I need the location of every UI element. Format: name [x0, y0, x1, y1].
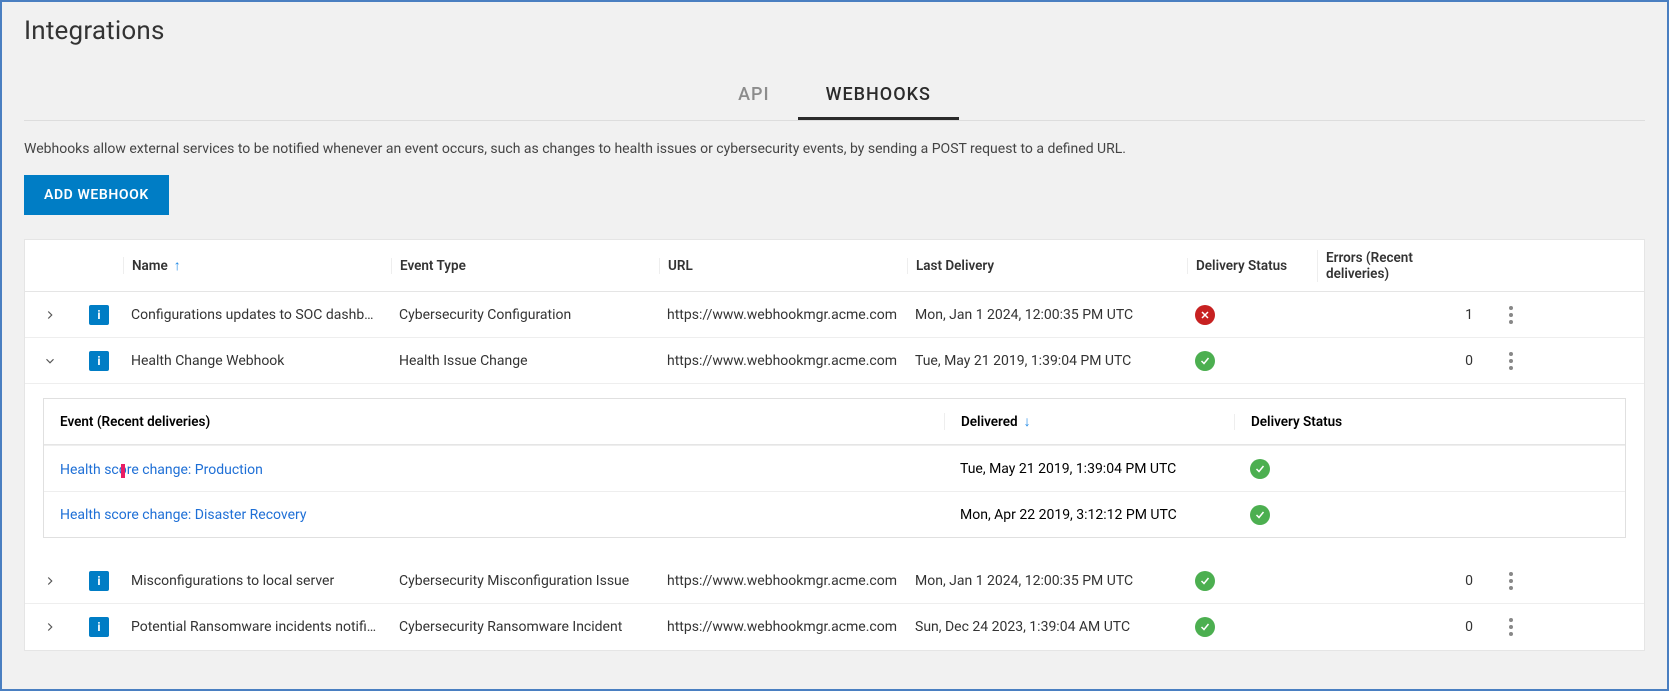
nested-status [1234, 505, 1524, 525]
expand-toggle[interactable] [25, 354, 75, 368]
cell-url: https://www.webhookmgr.acme.com [659, 353, 907, 369]
row-menu-button[interactable] [1489, 352, 1533, 370]
col-last-delivery[interactable]: Last Delivery [907, 258, 1187, 274]
cell-event-type: Cybersecurity Configuration [391, 307, 659, 323]
text-cursor-icon [121, 464, 125, 478]
cell-delivery-status [1187, 305, 1317, 325]
nested-col-delivered[interactable]: Delivered ↓ [944, 413, 1234, 430]
cell-errors: 0 [1317, 619, 1481, 635]
chevron-down-icon [43, 354, 57, 368]
tab-webhooks[interactable]: WEBHOOKS [798, 74, 959, 120]
cell-event-type: Cybersecurity Ransomware Incident [391, 619, 659, 635]
status-success-icon [1195, 351, 1215, 371]
cell-name: Configurations updates to SOC dashb… [123, 307, 391, 323]
cell-last-delivery: Mon, Jan 1 2024, 12:00:35 PM UTC [907, 307, 1187, 323]
nested-row: Health score change: Disaster Recovery M… [44, 491, 1625, 537]
info-icon[interactable]: i [89, 351, 109, 371]
cell-last-delivery: Tue, May 21 2019, 1:39:04 PM UTC [907, 353, 1187, 369]
info-icon[interactable]: i [89, 617, 109, 637]
col-url[interactable]: URL [659, 258, 907, 274]
chevron-right-icon [43, 308, 57, 322]
cell-errors: 1 [1317, 307, 1481, 323]
nested-deliveries: Event (Recent deliveries) Delivered ↓ De… [25, 384, 1644, 558]
expand-toggle[interactable] [25, 308, 75, 322]
cell-errors: 0 [1317, 573, 1481, 589]
table-row: i Potential Ransomware incidents notifi…… [25, 604, 1644, 650]
col-name[interactable]: Name ↑ [123, 257, 391, 274]
row-menu-button[interactable] [1489, 572, 1533, 590]
table-header-row: Name ↑ Event Type URL Last Delivery Deli… [25, 240, 1644, 292]
status-success-icon [1250, 505, 1270, 525]
cell-event-type: Health Issue Change [391, 353, 659, 369]
table-row: i Misconfigurations to local server Cybe… [25, 558, 1644, 604]
status-fail-icon [1195, 305, 1215, 325]
row-menu-button[interactable] [1489, 618, 1533, 636]
cell-name: Potential Ransomware incidents notifi… [123, 619, 391, 635]
nested-event-link[interactable]: Health score change: Disaster Recovery [44, 507, 944, 523]
table-row: i Configurations updates to SOC dashb… C… [25, 292, 1644, 338]
cell-errors: 0 [1317, 353, 1481, 369]
sort-asc-icon: ↑ [174, 257, 181, 274]
col-delivery-status[interactable]: Delivery Status [1187, 258, 1317, 274]
add-webhook-button[interactable]: ADD WEBHOOK [24, 175, 169, 215]
nested-col-event[interactable]: Event (Recent deliveries) [44, 414, 944, 430]
sort-desc-icon: ↓ [1024, 413, 1031, 430]
nested-delivered: Tue, May 21 2019, 1:39:04 PM UTC [944, 461, 1234, 477]
tab-api[interactable]: API [710, 74, 798, 120]
nested-status [1234, 459, 1524, 479]
status-success-icon [1195, 617, 1215, 637]
tabs: API WEBHOOKS [24, 74, 1645, 121]
info-icon[interactable]: i [89, 305, 109, 325]
chevron-right-icon [43, 620, 57, 634]
cell-delivery-status [1187, 617, 1317, 637]
info-icon[interactable]: i [89, 571, 109, 591]
status-success-icon [1195, 571, 1215, 591]
nested-col-status[interactable]: Delivery Status [1234, 414, 1524, 430]
cell-delivery-status [1187, 571, 1317, 591]
cell-last-delivery: Mon, Jan 1 2024, 12:00:35 PM UTC [907, 573, 1187, 589]
col-errors[interactable]: Errors (Recent deliveries) [1317, 250, 1481, 282]
cell-url: https://www.webhookmgr.acme.com [659, 619, 907, 635]
cell-name: Misconfigurations to local server [123, 573, 391, 589]
cell-last-delivery: Sun, Dec 24 2023, 1:39:04 AM UTC [907, 619, 1187, 635]
nested-row: Health score change: Production Tue, May… [44, 445, 1625, 491]
table-row: i Health Change Webhook Health Issue Cha… [25, 338, 1644, 384]
expand-toggle[interactable] [25, 574, 75, 588]
page-title: Integrations [24, 16, 1645, 46]
cell-event-type: Cybersecurity Misconfiguration Issue [391, 573, 659, 589]
cell-url: https://www.webhookmgr.acme.com [659, 307, 907, 323]
webhooks-description: Webhooks allow external services to be n… [24, 141, 1645, 157]
nested-event-link[interactable]: Health score change: Production [44, 460, 944, 478]
nested-delivered: Mon, Apr 22 2019, 3:12:12 PM UTC [944, 507, 1234, 523]
webhooks-table: Name ↑ Event Type URL Last Delivery Deli… [24, 239, 1645, 651]
status-success-icon [1250, 459, 1270, 479]
cell-url: https://www.webhookmgr.acme.com [659, 573, 907, 589]
cell-delivery-status [1187, 351, 1317, 371]
col-event-type[interactable]: Event Type [391, 258, 659, 274]
cell-name: Health Change Webhook [123, 353, 391, 369]
chevron-right-icon [43, 574, 57, 588]
expand-toggle[interactable] [25, 620, 75, 634]
row-menu-button[interactable] [1489, 306, 1533, 324]
